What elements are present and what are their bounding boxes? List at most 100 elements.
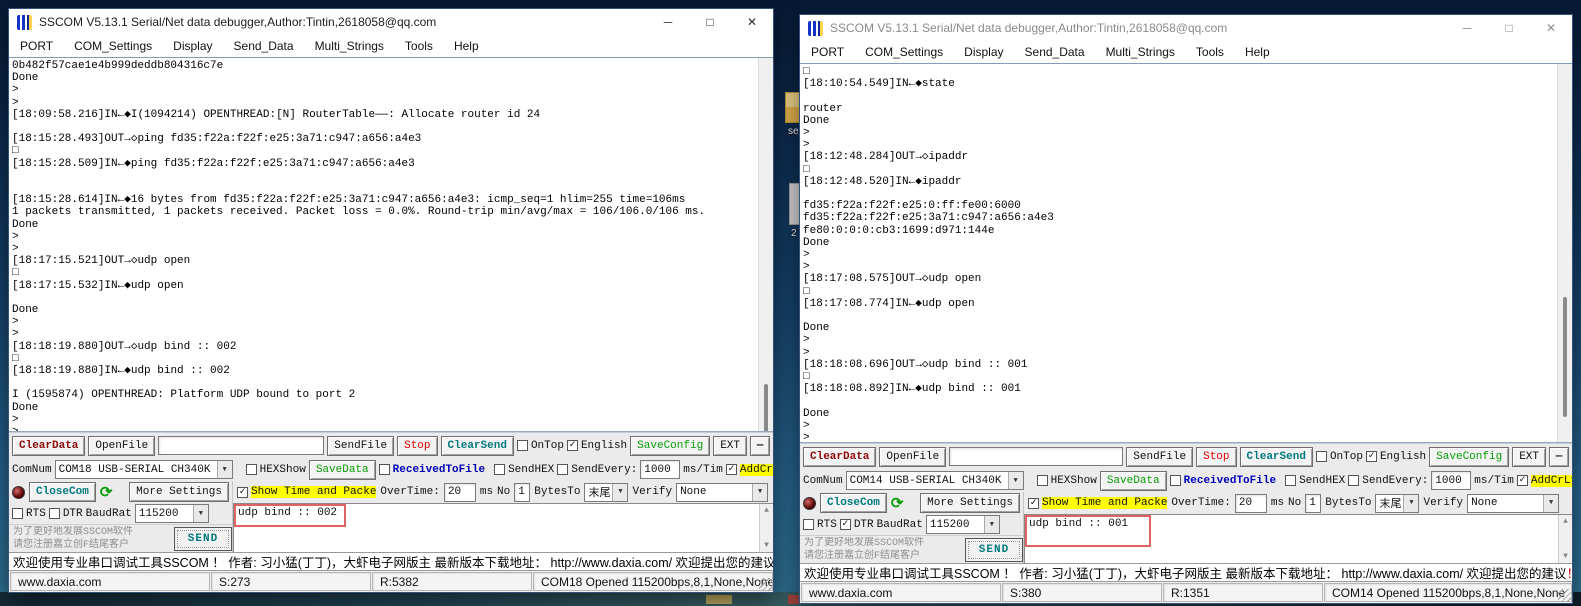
ontop-checkbox[interactable]: OnTop: [517, 440, 564, 452]
open-file-button[interactable]: OpenFile: [88, 436, 155, 456]
dropdown-arrow-icon[interactable]: ▼: [984, 516, 999, 533]
scroll-down-icon[interactable]: ▼: [1563, 552, 1568, 561]
menu-display[interactable]: Display: [173, 39, 212, 53]
dropdown-arrow-icon[interactable]: ▼: [612, 484, 627, 501]
maximize-button[interactable]: □: [1488, 15, 1530, 41]
bytes-to-select[interactable]: 末尾 ▼: [1375, 494, 1419, 513]
send-every-interval-input[interactable]: 1000: [1431, 471, 1471, 490]
hexshow-checkbox-box[interactable]: [1037, 475, 1048, 486]
english-checkbox-box[interactable]: ✓: [1366, 451, 1377, 462]
close-com-button[interactable]: CloseCom: [29, 482, 96, 502]
send-area-scrollbar[interactable]: ▲ ▼: [1558, 515, 1572, 563]
rts-checkbox[interactable]: RTS: [803, 519, 837, 531]
close-button[interactable]: ✕: [731, 9, 773, 35]
resize-grip[interactable]: [1558, 589, 1571, 602]
send-hex-checkbox-box[interactable]: [494, 464, 505, 475]
rts-checkbox[interactable]: RTS: [12, 508, 46, 520]
save-data-button[interactable]: SaveData: [1100, 471, 1167, 491]
send-every-checkbox-box[interactable]: [1348, 475, 1359, 486]
bytes-count-input[interactable]: 1: [1305, 494, 1321, 513]
minimize-button[interactable]: ─: [1446, 15, 1488, 41]
resize-grip[interactable]: [759, 578, 772, 591]
terminal-log[interactable]: □ [18:10:54.549]IN←◆state router Done > …: [800, 63, 1572, 443]
bytes-count-input[interactable]: 1: [514, 483, 530, 502]
stop-button[interactable]: Stop: [397, 436, 437, 456]
overtime-input[interactable]: 20: [444, 483, 476, 502]
send-every-checkbox-box[interactable]: [557, 464, 568, 475]
collapse-panel-button[interactable]: —: [1549, 447, 1569, 467]
send-file-button[interactable]: SendFile: [327, 436, 394, 456]
received-to-file-checkbox[interactable]: ReceivedToFile: [1170, 475, 1276, 487]
minimize-button[interactable]: ─: [647, 9, 689, 35]
hexshow-checkbox[interactable]: HEXShow: [246, 464, 306, 476]
collapse-panel-button[interactable]: —: [750, 436, 770, 456]
dropdown-arrow-icon[interactable]: ▼: [193, 505, 208, 522]
rts-checkbox-box[interactable]: [803, 519, 814, 530]
received-to-file-checkbox[interactable]: ReceivedToFile: [379, 464, 485, 476]
clear-send-button[interactable]: ClearSend: [441, 436, 514, 456]
english-checkbox-box[interactable]: ✓: [567, 440, 578, 451]
menu-port[interactable]: PORT: [811, 45, 844, 59]
verify-select[interactable]: None ▼: [676, 483, 768, 502]
show-time-checkbox[interactable]: ✓ Show Time and Packe: [237, 486, 376, 498]
dtr-checkbox-box[interactable]: [49, 508, 60, 519]
menu-send-data[interactable]: Send_Data: [234, 39, 294, 53]
overtime-input[interactable]: 20: [1235, 494, 1267, 513]
dtr-checkbox[interactable]: DTR: [49, 508, 83, 520]
english-checkbox[interactable]: ✓ English: [567, 440, 627, 452]
com-port-select[interactable]: COM18 USB-SERIAL CH340K ▼: [55, 460, 233, 479]
log-scrollbar-thumb[interactable]: [764, 384, 768, 432]
menu-tools[interactable]: Tools: [405, 39, 433, 53]
scroll-down-icon[interactable]: ▼: [764, 541, 769, 550]
menu-display[interactable]: Display: [964, 45, 1003, 59]
more-settings-button[interactable]: More Settings: [920, 493, 1020, 513]
dropdown-arrow-icon[interactable]: ▼: [752, 484, 767, 501]
dtr-checkbox-box[interactable]: ✓: [840, 519, 851, 530]
scroll-up-icon[interactable]: ▲: [1563, 517, 1568, 526]
english-checkbox[interactable]: ✓ English: [1366, 451, 1426, 463]
ontop-checkbox-box[interactable]: [517, 440, 528, 451]
file-path-input[interactable]: [158, 436, 324, 455]
save-config-button[interactable]: SaveConfig: [1429, 447, 1509, 467]
ontop-checkbox[interactable]: OnTop: [1316, 451, 1363, 463]
dropdown-arrow-icon[interactable]: ▼: [217, 461, 232, 478]
save-config-button[interactable]: SaveConfig: [630, 436, 710, 456]
menu-help[interactable]: Help: [454, 39, 479, 53]
dtr-checkbox[interactable]: ✓ DTR: [840, 519, 874, 531]
menu-multi-strings[interactable]: Multi_Strings: [1106, 45, 1175, 59]
menu-send-data[interactable]: Send_Data: [1025, 45, 1085, 59]
send-hex-checkbox[interactable]: SendHEX: [1285, 475, 1345, 487]
dropdown-arrow-icon[interactable]: ▼: [1403, 495, 1418, 512]
show-time-checkbox-box[interactable]: ✓: [1028, 498, 1039, 509]
titlebar[interactable]: SSCOM V5.13.1 Serial/Net data debugger,A…: [800, 15, 1572, 41]
add-crlf-checkbox-box[interactable]: ✓: [726, 464, 737, 475]
menu-com-settings[interactable]: COM_Settings: [74, 39, 152, 53]
log-scrollbar-thumb[interactable]: [1563, 297, 1567, 417]
ext-button[interactable]: EXT: [1512, 447, 1546, 467]
bytes-to-select[interactable]: 末尾 ▼: [584, 483, 628, 502]
ext-button[interactable]: EXT: [713, 436, 747, 456]
more-settings-button[interactable]: More Settings: [129, 482, 229, 502]
baud-rate-select[interactable]: 115200 ▼: [135, 504, 209, 523]
clear-data-button[interactable]: ClearData: [12, 436, 85, 456]
send-file-button[interactable]: SendFile: [1126, 447, 1193, 467]
refresh-ports-icon[interactable]: ⟳: [891, 494, 904, 513]
send-area-scrollbar[interactable]: ▲ ▼: [759, 504, 773, 552]
scroll-up-icon[interactable]: ▲: [764, 506, 769, 515]
send-button[interactable]: SEND: [965, 538, 1023, 562]
add-crlf-checkbox-box[interactable]: ✓: [1517, 475, 1528, 486]
verify-select[interactable]: None ▼: [1467, 494, 1559, 513]
send-every-checkbox[interactable]: SendEvery:: [557, 464, 637, 476]
terminal-log[interactable]: 0b482f57cae1e4b999deddb804316c7e Done > …: [9, 57, 773, 432]
received-to-file-checkbox-box[interactable]: [379, 464, 390, 475]
log-scrollbar[interactable]: [758, 58, 773, 431]
log-scrollbar[interactable]: [1557, 64, 1572, 442]
send-hex-checkbox[interactable]: SendHEX: [494, 464, 554, 476]
send-text-area[interactable]: udp bind :: 001 ▲ ▼: [1024, 514, 1572, 563]
dropdown-arrow-icon[interactable]: ▼: [1008, 472, 1023, 489]
open-file-button[interactable]: OpenFile: [879, 447, 946, 467]
rts-checkbox-box[interactable]: [12, 508, 23, 519]
close-com-button[interactable]: CloseCom: [820, 493, 887, 513]
show-time-checkbox-box[interactable]: ✓: [237, 487, 248, 498]
maximize-button[interactable]: □: [689, 9, 731, 35]
